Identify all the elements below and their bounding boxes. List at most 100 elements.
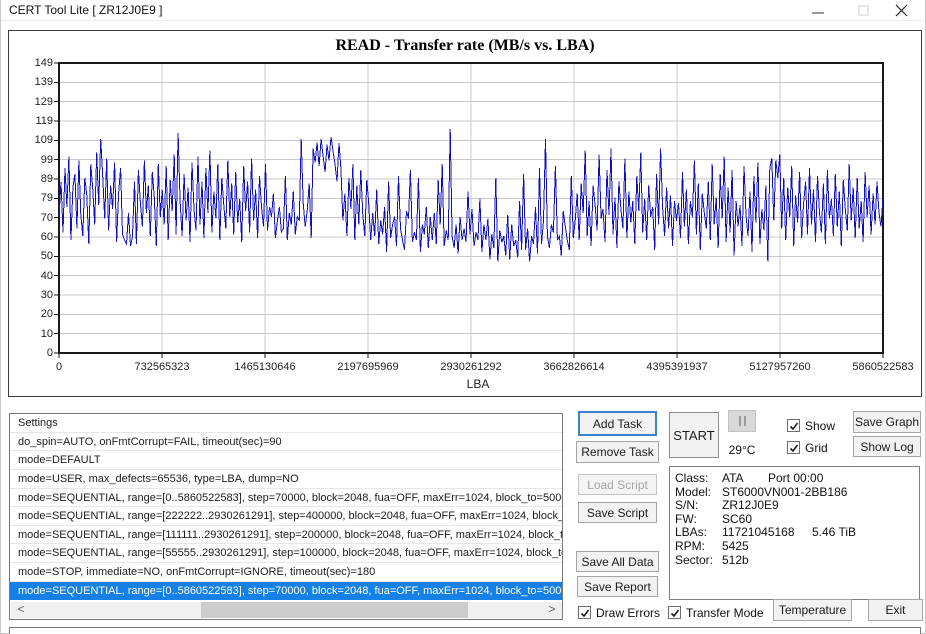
y-tick-label: 119 <box>17 115 53 127</box>
drive-info-label: S/N: <box>675 498 698 512</box>
x-tick-label: 5127957260 <box>735 361 825 373</box>
show-checkbox[interactable] <box>787 419 800 432</box>
x-axis-title: LBA <box>446 377 510 391</box>
settings-row[interactable]: mode=STOP, immediate=NO, onFmtCorrupt=IG… <box>10 563 562 582</box>
settings-header-row[interactable]: Settings <box>10 414 562 433</box>
x-tick-label: 2197695969 <box>323 361 413 373</box>
y-tick-label: 60 <box>17 231 53 243</box>
drive-info-row: FW: SC60 <box>670 512 919 526</box>
remove-task-button[interactable]: Remove Task <box>576 441 659 463</box>
draw-errors-label: Draw Errors <box>596 606 660 620</box>
y-tick-label: 139 <box>17 76 53 88</box>
transfer-rate-plot <box>9 31 923 398</box>
x-tick-label: 2930261292 <box>426 361 516 373</box>
start-button[interactable]: START <box>669 412 719 458</box>
minimize-button[interactable] <box>801 0 835 21</box>
drive-info-row: S/N: ZR12J0E9 <box>670 498 919 512</box>
transfer-mode-label: Transfer Mode <box>686 606 764 620</box>
drive-info-label: Class: <box>675 471 708 485</box>
drive-info-value: ST6000VN001-2BB186 <box>722 485 847 499</box>
check-icon <box>788 442 801 455</box>
drive-info-value: SC60 <box>722 512 752 526</box>
check-icon <box>788 420 801 433</box>
drive-info-value: 512b <box>722 553 749 567</box>
maximize-button[interactable] <box>846 0 880 21</box>
grid-checkbox[interactable] <box>787 441 800 454</box>
settings-listbox[interactable]: Settingsdo_spin=AUTO, onFmtCorrupt=FAIL,… <box>9 413 563 620</box>
drive-info-row: Sector:512b <box>670 553 919 567</box>
settings-row[interactable]: do_spin=AUTO, onFmtCorrupt=FAIL, timeout… <box>10 433 562 452</box>
save-report-button[interactable]: Save Report <box>577 576 658 597</box>
drive-info-row: Class:ATAPort 00:00 <box>670 471 919 485</box>
scroll-left-arrow[interactable]: < <box>13 602 29 618</box>
log-panel <box>9 627 921 634</box>
drive-info-label: LBAs: <box>675 525 707 539</box>
settings-row[interactable]: mode=USER, max_defects=65536, type=LBA, … <box>10 470 562 489</box>
draw-errors-checkbox[interactable] <box>578 606 591 619</box>
drive-info-label: FW: <box>675 512 697 526</box>
drive-info-value: 11721045168 <box>722 525 795 539</box>
x-tick-label: 732565323 <box>117 361 207 373</box>
temperature-value: 29°C <box>723 443 761 457</box>
save-graph-button[interactable]: Save Graph <box>853 411 921 433</box>
show-checkbox-label: Show <box>805 419 835 433</box>
settings-row[interactable]: mode=DEFAULT <box>10 451 562 470</box>
y-tick-label: 149 <box>17 57 53 69</box>
settings-row[interactable]: mode=SEQUENTIAL, range=[222222..29302612… <box>10 507 562 526</box>
settings-row[interactable]: mode=SEQUENTIAL, range=[55555..293026129… <box>10 544 562 563</box>
drive-info-row: LBAs: 11721045168 5.46 TiB <box>670 525 919 539</box>
drive-info-label: Model: <box>675 485 711 499</box>
y-tick-label: 89 <box>17 173 53 185</box>
show-log-button[interactable]: Show Log <box>853 436 921 457</box>
add-task-button[interactable]: Add Task <box>578 411 657 436</box>
drive-info-value: 5425 <box>722 539 749 553</box>
y-tick-label: 129 <box>17 96 53 108</box>
temperature-button[interactable]: Temperature <box>773 599 852 621</box>
grid-checkbox-label: Grid <box>805 441 828 455</box>
pause-icon <box>739 416 746 426</box>
horizontal-scrollbar[interactable]: < > <box>11 602 562 618</box>
pause-button[interactable] <box>728 410 756 432</box>
drive-info-value: ATA <box>722 471 744 485</box>
save-script-button[interactable]: Save Script <box>578 502 657 523</box>
y-tick-label: 20 <box>17 308 53 320</box>
check-icon <box>579 607 592 620</box>
chart-title: READ - Transfer rate (MB/s vs. LBA) <box>9 37 921 55</box>
maximize-icon <box>858 5 869 16</box>
scroll-right-arrow[interactable]: > <box>544 602 560 618</box>
x-tick-label: 5860522583 <box>838 361 926 373</box>
drive-info-extra: 5.46 TiB <box>812 525 856 539</box>
settings-row[interactable]: mode=SEQUENTIAL, range=[111111..29302612… <box>10 526 562 545</box>
drive-info-value: ZR12J0E9 <box>722 498 779 512</box>
x-tick-label: 4395391937 <box>632 361 722 373</box>
y-tick-label: 30 <box>17 289 53 301</box>
transfer-mode-checkbox[interactable] <box>668 606 681 619</box>
x-tick-label: 3662826614 <box>529 361 619 373</box>
drive-info-row: RPM: 5425 <box>670 539 919 553</box>
y-tick-label: 0 <box>17 347 53 359</box>
settings-row[interactable]: mode=SEQUENTIAL, range=[0..5860522583], … <box>10 582 562 601</box>
x-tick-label: 1465130646 <box>220 361 310 373</box>
check-icon <box>669 607 682 620</box>
close-icon <box>895 4 908 17</box>
y-tick-label: 79 <box>17 192 53 204</box>
exit-button[interactable]: Exit <box>868 599 923 621</box>
chart-panel: READ - Transfer rate (MB/s vs. LBA) 149 1… <box>8 30 922 397</box>
app-window: CERT Tool Lite [ ZR12J0E9 ] READ - Trans… <box>0 0 926 634</box>
drive-info-row: Model: ST6000VN001-2BB186 <box>670 485 919 499</box>
y-tick-label: 70 <box>17 212 53 224</box>
close-button[interactable] <box>884 0 918 21</box>
scrollbar-thumb[interactable] <box>201 602 468 618</box>
drive-info-label: RPM: <box>675 539 705 553</box>
y-tick-label: 99 <box>17 154 53 166</box>
minimize-icon <box>811 4 825 18</box>
x-tick-label: 0 <box>14 361 104 373</box>
title-bar: CERT Tool Lite [ ZR12J0E9 ] <box>1 0 925 21</box>
drive-info-panel: Class:ATAPort 00:00Model:ST6000VN001-2BB… <box>669 466 920 600</box>
load-script-button[interactable]: Load Script <box>578 474 657 495</box>
save-all-data-button[interactable]: Save All Data <box>576 551 659 572</box>
settings-row[interactable]: mode=SEQUENTIAL, range=[0..5860522583], … <box>10 489 562 508</box>
y-tick-label: 109 <box>17 134 53 146</box>
window-title: CERT Tool Lite [ ZR12J0E9 ] <box>9 3 162 17</box>
y-tick-label: 10 <box>17 328 53 340</box>
